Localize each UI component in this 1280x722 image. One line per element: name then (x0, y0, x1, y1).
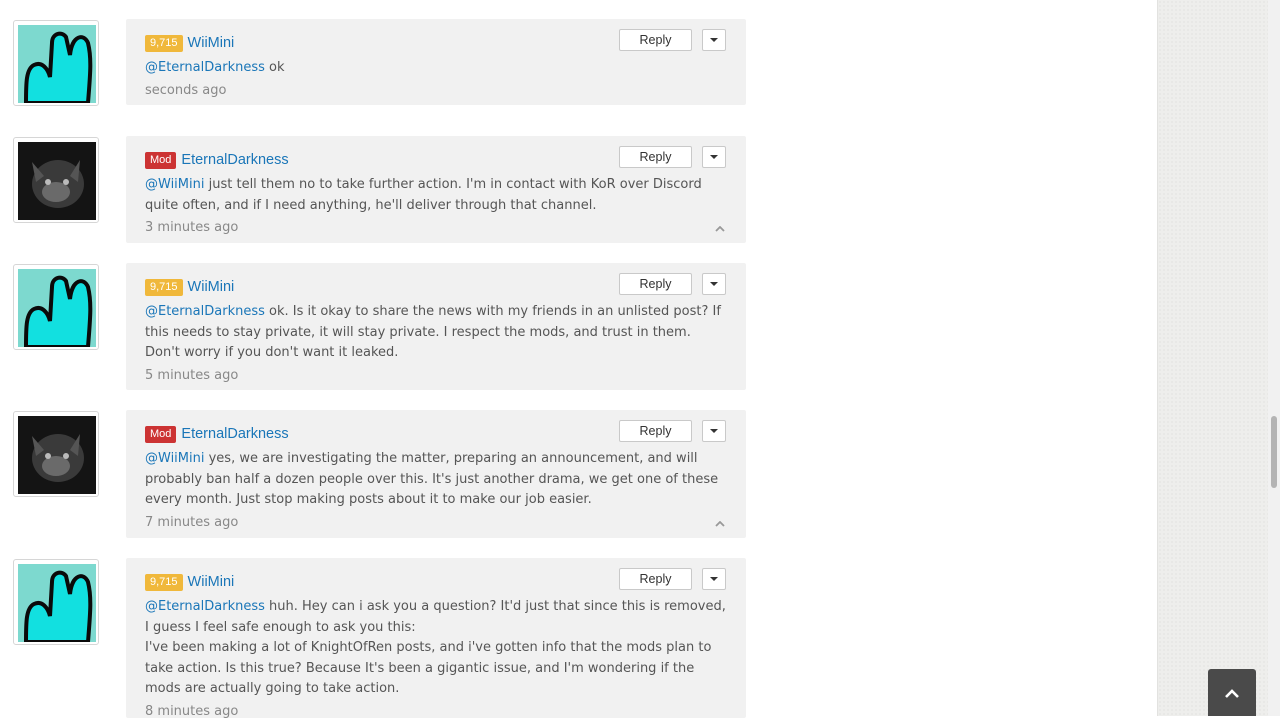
comment-text: @EternalDarkness ok (145, 60, 285, 75)
comment-menu-button[interactable] (702, 420, 726, 442)
comment-bubble: Mod EternalDarkness Reply @WiiMini just … (126, 136, 746, 243)
mod-badge: Mod (145, 151, 177, 169)
comment-text: @EternalDarkness huh. Hey can i ask you … (145, 599, 726, 635)
mention-link[interactable]: @EternalDarkness (145, 599, 265, 614)
avatar[interactable] (13, 559, 99, 645)
chevron-up-icon[interactable] (715, 226, 725, 232)
caret-down-icon (710, 429, 718, 433)
avatar[interactable] (13, 264, 99, 350)
reply-button[interactable]: Reply (619, 568, 692, 590)
avatar[interactable] (13, 137, 99, 223)
reply-button[interactable]: Reply (619, 29, 692, 51)
username-link[interactable]: EternalDarkness (181, 426, 288, 442)
wiimini-avatar-image (18, 25, 96, 103)
username-link[interactable]: WiiMini (188, 279, 235, 295)
mention-link[interactable]: @EternalDarkness (145, 60, 265, 75)
username-link[interactable]: WiiMini (188, 35, 235, 51)
reply-button[interactable]: Reply (619, 420, 692, 442)
eternaldarkness-avatar-image (18, 142, 96, 220)
chevron-up-icon[interactable] (715, 521, 725, 527)
reply-button[interactable]: Reply (619, 273, 692, 295)
comment-menu-button[interactable] (702, 146, 726, 168)
comment-menu-button[interactable] (702, 273, 726, 295)
comment-menu-button[interactable] (702, 568, 726, 590)
comment-timestamp[interactable]: 5 minutes ago (145, 365, 727, 386)
wiimini-avatar-image (18, 564, 96, 642)
points-badge: 9,715 (145, 573, 183, 591)
comment-bubble: Mod EternalDarkness Reply @WiiMini yes, … (126, 410, 746, 538)
comment-timestamp[interactable]: 3 minutes ago (145, 217, 727, 238)
comment-text: @EternalDarkness ok. Is it okay to share… (145, 304, 721, 360)
chevron-up-icon (1225, 689, 1239, 698)
caret-down-icon (710, 38, 718, 42)
comment-timestamp[interactable]: 7 minutes ago (145, 512, 727, 533)
points-badge: 9,715 (145, 34, 183, 52)
mention-link[interactable]: @EternalDarkness (145, 304, 265, 319)
comments-area: 9,715 WiiMini Reply @EternalDarkness ok … (0, 0, 1157, 719)
avatar[interactable] (13, 20, 99, 106)
back-to-top-button[interactable] (1208, 669, 1256, 716)
comment-timestamp[interactable]: seconds ago (145, 80, 727, 101)
right-sidebar-background (1157, 0, 1269, 716)
eternaldarkness-avatar-image (18, 416, 96, 494)
scrollbar-thumb[interactable] (1271, 416, 1277, 488)
username-link[interactable]: EternalDarkness (181, 152, 288, 168)
comment-bubble: 9,715 WiiMini Reply @EternalDarkness ok … (126, 19, 746, 105)
comment-timestamp[interactable]: 8 minutes ago (145, 701, 727, 722)
comment-menu-button[interactable] (702, 29, 726, 51)
username-link[interactable]: WiiMini (188, 574, 235, 590)
mention-link[interactable]: @WiiMini (145, 177, 204, 192)
comment-bubble: 9,715 WiiMini Reply @EternalDarkness ok.… (126, 263, 746, 390)
caret-down-icon (710, 577, 718, 581)
comment-text-paragraph: I've been making a lot of KnightOfRen po… (145, 640, 712, 696)
caret-down-icon (710, 282, 718, 286)
comment-bubble: 9,715 WiiMini Reply @EternalDarkness huh… (126, 558, 746, 719)
wiimini-avatar-image (18, 269, 96, 347)
page-scrollbar[interactable] (1268, 0, 1280, 716)
points-badge: 9,715 (145, 278, 183, 296)
mod-badge: Mod (145, 425, 177, 443)
caret-down-icon (710, 155, 718, 159)
avatar[interactable] (13, 411, 99, 497)
reply-button[interactable]: Reply (619, 146, 692, 168)
comment-text: @WiiMini just tell them no to take furth… (145, 177, 702, 213)
comment-text: @WiiMini yes, we are investigating the m… (145, 451, 719, 507)
mention-link[interactable]: @WiiMini (145, 451, 204, 466)
